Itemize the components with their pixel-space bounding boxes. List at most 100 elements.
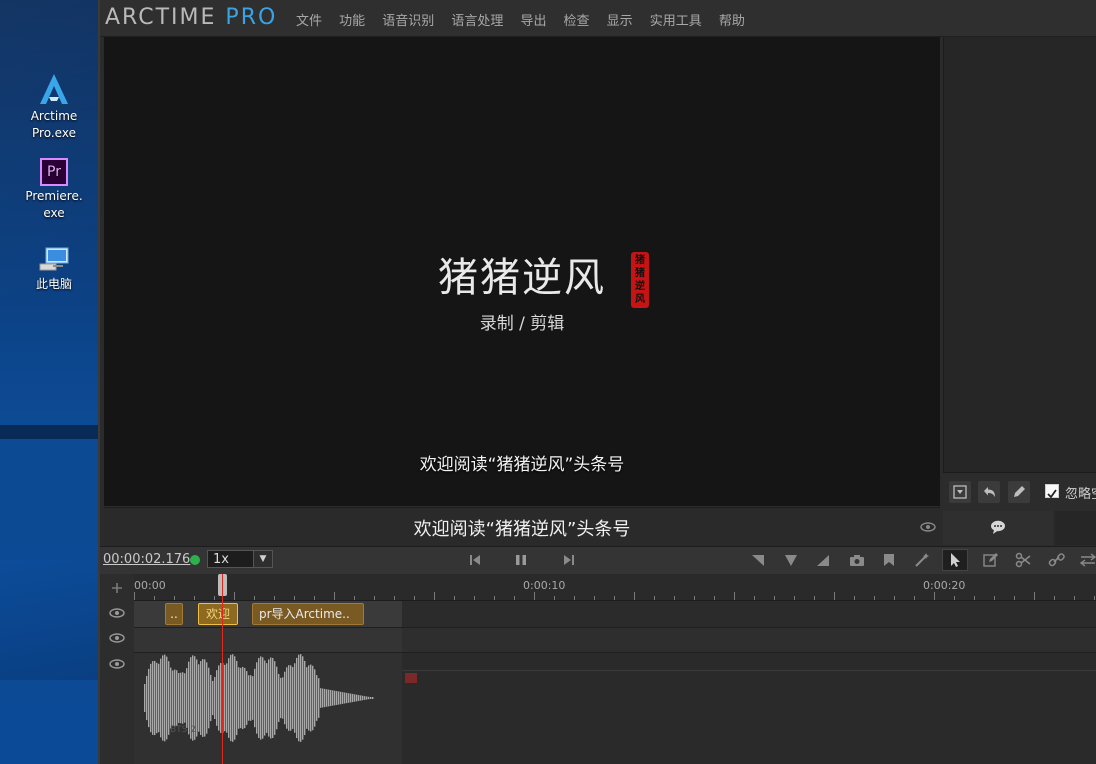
- pause-icon[interactable]: [511, 551, 531, 569]
- add-track-icon[interactable]: [111, 582, 123, 594]
- ruler-tick: [794, 596, 795, 600]
- waveform-bar: [280, 677, 282, 719]
- swap-icon[interactable]: [1078, 551, 1096, 569]
- undo-button[interactable]: [978, 481, 1000, 503]
- ruler-tick: [254, 596, 255, 600]
- mark-in-icon[interactable]: [748, 551, 768, 569]
- eye-icon[interactable]: [920, 522, 936, 532]
- collapse-button[interactable]: [949, 481, 971, 503]
- waveform-bar: [226, 663, 228, 733]
- track-label: BTS 2: [170, 725, 196, 735]
- waveform-bar: [362, 695, 364, 701]
- waveform-bar: [256, 662, 258, 734]
- eye-icon[interactable]: [109, 659, 125, 669]
- ruler-tick: [214, 596, 215, 600]
- waveform-bar: [314, 669, 316, 727]
- speech-bubble-icon: [991, 520, 1005, 534]
- waveform-bar: [344, 692, 346, 704]
- skip-forward-icon[interactable]: [559, 551, 579, 569]
- track-lane[interactable]: [134, 628, 1096, 653]
- mark-out-icon[interactable]: [813, 551, 833, 569]
- ignore-label: 忽略空: [1065, 487, 1096, 502]
- waveform-bar: [278, 673, 280, 723]
- eye-icon[interactable]: [109, 633, 125, 643]
- subtitle-track[interactable]: .. 欢迎 pr导入Arctime..: [134, 601, 1096, 628]
- subtitle-block-selected[interactable]: 欢迎: [198, 603, 238, 625]
- link-icon[interactable]: [1047, 551, 1067, 569]
- preview-title: 猪猪逆风: [438, 255, 606, 301]
- video-preview[interactable]: 猪猪逆风 猪猪逆风 录制 / 剪辑 欢迎阅读“猪猪逆风”头条号: [104, 37, 940, 506]
- menu-utilities[interactable]: 实用工具: [650, 10, 702, 29]
- waveform-bar: [268, 659, 270, 737]
- ruler-tick: [354, 596, 355, 600]
- menu-check[interactable]: 检查: [564, 10, 590, 29]
- waveform-bar: [160, 658, 162, 738]
- menu-export[interactable]: 导出: [520, 10, 546, 29]
- skip-back-icon[interactable]: [465, 551, 485, 569]
- waveform-bar: [292, 667, 294, 729]
- desktop-icon-this-pc[interactable]: 此电脑: [8, 246, 100, 293]
- ruler-label: 00:00: [134, 579, 166, 592]
- timecode[interactable]: 00:00:02.176: [103, 552, 190, 567]
- waveform-bar: [258, 658, 260, 738]
- waveform-bar: [338, 691, 340, 705]
- waveform-bar: [340, 691, 342, 705]
- waveform-bar: [218, 665, 220, 731]
- desktop-icon-arctime[interactable]: Arctime Pro.exe: [8, 72, 100, 142]
- waveform-bar: [358, 695, 360, 701]
- menu-language-processing[interactable]: 语言处理: [451, 10, 503, 29]
- caption-text[interactable]: 欢迎阅读“猪猪逆风”头条号: [104, 515, 940, 541]
- preview-subtitle: 录制 / 剪辑: [479, 314, 565, 334]
- ruler-tick: [994, 596, 995, 600]
- audio-track[interactable]: BTS 2: [134, 653, 1096, 764]
- comment-button[interactable]: [943, 511, 1053, 545]
- ignore-checkbox[interactable]: [1045, 484, 1059, 499]
- playback-speed-select[interactable]: 1x ▼: [207, 550, 273, 568]
- waveform-bar: [324, 688, 326, 708]
- waveform-bar: [296, 657, 298, 739]
- waveform-bar: [264, 660, 266, 736]
- desktop-icon-label: Premiere.: [25, 189, 83, 203]
- ruler-tick: [634, 592, 635, 600]
- waveform-bar: [178, 673, 180, 723]
- ruler-tick: [454, 596, 455, 600]
- chevron-down-icon[interactable]: ▼: [253, 551, 272, 567]
- waveform-bar: [232, 654, 234, 742]
- brand-main: ARCTIME: [105, 5, 217, 30]
- camera-icon[interactable]: [847, 551, 867, 569]
- menu-features[interactable]: 功能: [339, 10, 365, 29]
- playhead[interactable]: [222, 574, 223, 764]
- waveform-bar: [306, 667, 308, 729]
- waveform-bar: [334, 690, 336, 706]
- waveform-bar: [150, 663, 152, 733]
- timeline[interactable]: 00:00 0:00:10 0:00:20 .. 欢迎 pr导入Arctime.…: [100, 574, 1096, 764]
- ruler-tick: [514, 596, 515, 600]
- scissors-icon[interactable]: [1014, 551, 1034, 569]
- subtitle-block[interactable]: ..: [165, 603, 183, 625]
- waveform-bar: [246, 671, 248, 725]
- edit-note-icon[interactable]: [981, 551, 1001, 569]
- edit-button[interactable]: [1008, 481, 1030, 503]
- bookmark-icon[interactable]: [879, 551, 899, 569]
- ruler-tick: [1094, 596, 1095, 600]
- waveform-bar: [318, 678, 320, 718]
- time-ruler[interactable]: 00:00 0:00:10 0:00:20: [134, 574, 1096, 601]
- clip-region: [134, 628, 402, 652]
- menu-speech-recognition[interactable]: 语音识别: [382, 10, 434, 29]
- ruler-tick: [694, 596, 695, 600]
- menu-help[interactable]: 帮助: [719, 10, 745, 29]
- caption-edit-bar[interactable]: 欢迎阅读“猪猪逆风”头条号: [104, 507, 940, 546]
- ruler-tick: [394, 596, 395, 600]
- magic-wand-icon[interactable]: [912, 551, 932, 569]
- ruler-label: 0:00:10: [523, 579, 566, 592]
- mark-down-icon[interactable]: [781, 551, 801, 569]
- eye-icon[interactable]: [109, 608, 125, 618]
- ruler-tick: [174, 596, 175, 600]
- ruler-tick: [914, 596, 915, 600]
- menu-file[interactable]: 文件: [296, 10, 322, 29]
- menu-display[interactable]: 显示: [607, 10, 633, 29]
- subtitle-block[interactable]: pr导入Arctime..: [252, 603, 364, 625]
- subtitle-list-panel[interactable]: [943, 37, 1096, 472]
- select-tool-button[interactable]: [942, 549, 968, 571]
- desktop-icon-premiere[interactable]: Pr Premiere. exe: [8, 158, 100, 222]
